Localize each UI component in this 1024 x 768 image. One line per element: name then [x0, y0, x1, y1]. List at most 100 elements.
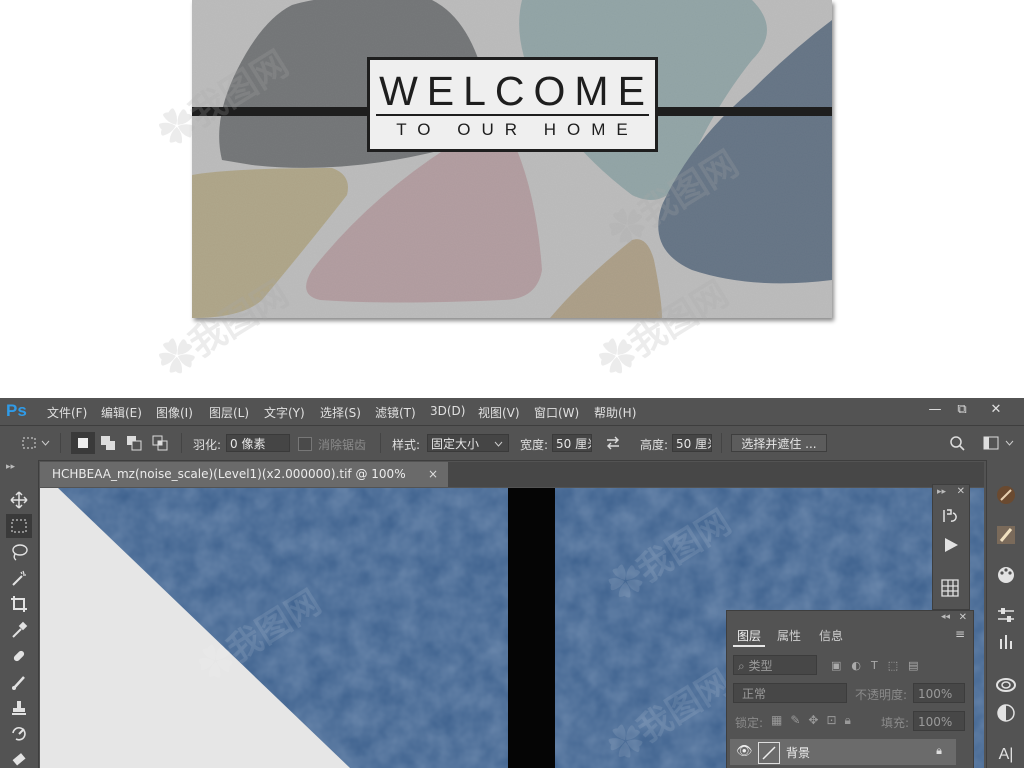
- smart-object-filter-icon[interactable]: ▤: [908, 659, 918, 673]
- welcome-subtitle: TO OUR HOME: [396, 120, 639, 139]
- chevron-down-icon[interactable]: [1003, 434, 1015, 452]
- width-input[interactable]: 50 厘米: [552, 434, 592, 452]
- antialias-label: 消除锯齿: [318, 438, 367, 452]
- photoshop-window: Ps 文件(F) 编辑(E) 图像(I) 图层(L) 文字(Y) 选择(S) 滤…: [0, 398, 1024, 768]
- collapse-icon[interactable]: ▸▸: [937, 487, 946, 497]
- eyedropper-icon[interactable]: [6, 618, 32, 642]
- brush-tip-icon[interactable]: [992, 482, 1020, 508]
- design-preview: WELCOME TO OUR HOME ✿我图网 ✿我图网 ✿我图网 ✿我图网: [0, 0, 1024, 398]
- chevron-down-icon[interactable]: [40, 434, 50, 452]
- play-icon[interactable]: [943, 537, 959, 556]
- tab-properties[interactable]: 属性: [777, 627, 801, 644]
- close-tab-icon[interactable]: ×: [428, 462, 438, 487]
- history-brush-icon[interactable]: [6, 722, 32, 746]
- mini-panel: ▸▸ ✕: [932, 484, 970, 610]
- brush-icon[interactable]: [6, 670, 32, 694]
- brush-presets-icon[interactable]: [992, 522, 1020, 548]
- lasso-icon[interactable]: [6, 540, 32, 564]
- tool-presets-icon[interactable]: [992, 628, 1020, 654]
- close-icon[interactable]: ✕: [959, 612, 967, 623]
- visibility-eye-icon[interactable]: 👁︎: [736, 744, 753, 759]
- magic-wand-icon[interactable]: [6, 566, 32, 590]
- intersect-selection-icon[interactable]: [151, 434, 169, 452]
- menu-file[interactable]: 文件(F): [47, 404, 87, 421]
- type-filter-icon[interactable]: T: [871, 659, 878, 673]
- marquee-preset-icon[interactable]: [20, 434, 38, 452]
- eraser-icon[interactable]: [6, 748, 32, 768]
- history-panel-icon[interactable]: [941, 507, 959, 528]
- new-selection-icon[interactable]: [71, 432, 95, 454]
- layer-lock-icon: 🔒︎: [936, 744, 942, 757]
- search-icon[interactable]: [948, 434, 966, 452]
- move-tool-icon[interactable]: [6, 488, 32, 512]
- document-tab[interactable]: HCHBEAA_mz(noise_scale)(Level1)(x2.00000…: [40, 462, 448, 506]
- creative-cloud-icon[interactable]: [992, 672, 1020, 698]
- active-tab-indicator: [733, 645, 765, 647]
- height-input[interactable]: 50 厘米: [672, 434, 712, 452]
- right-dock: A|: [986, 460, 1024, 768]
- adjustment-filter-icon[interactable]: ◐: [851, 659, 861, 673]
- menu-filter[interactable]: 滤镜(T): [375, 404, 416, 421]
- blend-mode-select[interactable]: 正常: [733, 683, 847, 703]
- swap-dimensions-icon[interactable]: [604, 434, 622, 452]
- add-selection-icon[interactable]: [99, 434, 117, 452]
- lock-icons: ▦ ✎ ✥ ⊡ 🔒︎: [771, 713, 851, 728]
- restore-button[interactable]: ⧉: [948, 400, 976, 420]
- select-and-mask-button[interactable]: 选择并遮住 ...: [731, 434, 827, 452]
- menu-select[interactable]: 选择(S): [320, 404, 361, 421]
- pixel-filter-icon[interactable]: ▣: [831, 659, 841, 673]
- lock-artboard-icon[interactable]: ⊡: [826, 713, 836, 728]
- menu-type[interactable]: 文字(Y): [264, 404, 305, 421]
- welcome-divider: [376, 114, 649, 116]
- rectangular-marquee-icon[interactable]: [6, 514, 32, 538]
- lock-position-icon[interactable]: ✥: [808, 713, 818, 728]
- menu-image[interactable]: 图像(I): [156, 404, 193, 421]
- panel-menu-icon[interactable]: ≡: [955, 627, 965, 641]
- tab-info[interactable]: 信息: [819, 627, 843, 644]
- chevron-down-icon: [494, 441, 503, 447]
- opacity-label: 不透明度:: [855, 688, 908, 702]
- fill-input[interactable]: 100%: [913, 711, 965, 731]
- clone-stamp-icon[interactable]: [6, 696, 32, 720]
- healing-brush-icon[interactable]: [6, 644, 32, 668]
- subtract-selection-icon[interactable]: [125, 434, 143, 452]
- welcome-title: WELCOME: [379, 68, 654, 114]
- style-select[interactable]: 固定大小: [427, 434, 509, 452]
- tools-panel: ▸▸: [0, 460, 39, 768]
- filter-icons: ▣ ◐ T ⬚ ▤: [831, 659, 941, 673]
- menu-view[interactable]: 视图(V): [478, 404, 520, 421]
- filter-type-value: 类型: [748, 659, 773, 673]
- antialias-checkbox[interactable]: [298, 437, 312, 451]
- divider: [60, 433, 61, 453]
- feather-input[interactable]: 0 像素: [226, 434, 290, 452]
- tab-layers[interactable]: 图层: [737, 627, 761, 644]
- close-icon[interactable]: ✕: [957, 486, 965, 497]
- photoshop-logo: Ps: [6, 401, 27, 420]
- lock-all-icon[interactable]: 🔒︎: [845, 713, 851, 728]
- close-button[interactable]: ✕: [982, 400, 1010, 420]
- minimize-button[interactable]: —: [921, 400, 949, 420]
- crop-icon[interactable]: [6, 592, 32, 616]
- options-bar: 羽化: 0 像素 消除锯齿 样式: 固定大小 宽度: 50 厘米 高度: 50 …: [0, 425, 1024, 461]
- menu-help[interactable]: 帮助(H): [594, 404, 636, 421]
- workspace-icon[interactable]: [982, 434, 1000, 452]
- adjustments-icon[interactable]: [992, 602, 1020, 628]
- collapse-icon[interactable]: ◂◂: [941, 612, 950, 622]
- menu-window[interactable]: 窗口(W): [534, 404, 579, 421]
- collapse-icon[interactable]: ▸▸: [6, 462, 15, 472]
- menu-edit[interactable]: 编辑(E): [101, 404, 142, 421]
- menu-layer[interactable]: 图层(L): [209, 404, 249, 421]
- black-band: [508, 488, 555, 768]
- character-icon[interactable]: A|: [992, 742, 1020, 768]
- grid-icon[interactable]: [941, 579, 959, 600]
- menu-3d[interactable]: 3D(D): [430, 404, 465, 418]
- color-palette-icon[interactable]: [992, 562, 1020, 588]
- styles-icon[interactable]: [992, 700, 1020, 726]
- layer-row[interactable]: 👁︎ 背景 🔒︎: [730, 739, 956, 765]
- lock-transparent-icon[interactable]: ▦: [771, 713, 782, 728]
- filter-type-select[interactable]: ⌕ 类型: [733, 655, 817, 675]
- lock-paint-icon[interactable]: ✎: [790, 713, 800, 728]
- width-label: 宽度:: [520, 438, 549, 452]
- shape-filter-icon[interactable]: ⬚: [888, 659, 898, 673]
- opacity-input[interactable]: 100%: [913, 683, 965, 703]
